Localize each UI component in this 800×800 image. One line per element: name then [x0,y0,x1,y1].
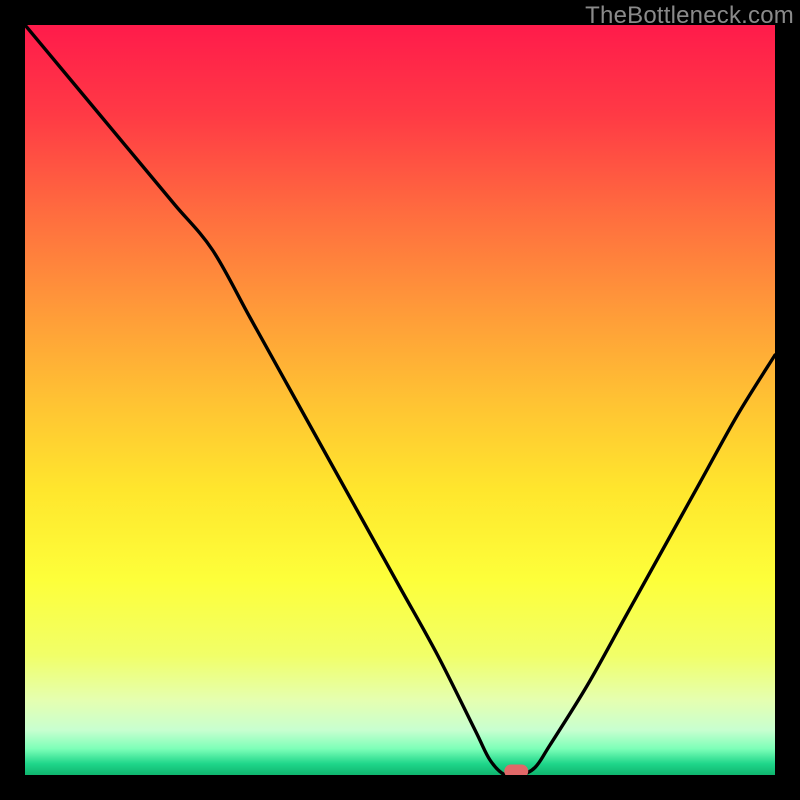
bottleneck-chart [25,25,775,775]
chart-frame: TheBottleneck.com [0,0,800,800]
optimal-marker [504,765,528,776]
gradient-backdrop [25,25,775,775]
